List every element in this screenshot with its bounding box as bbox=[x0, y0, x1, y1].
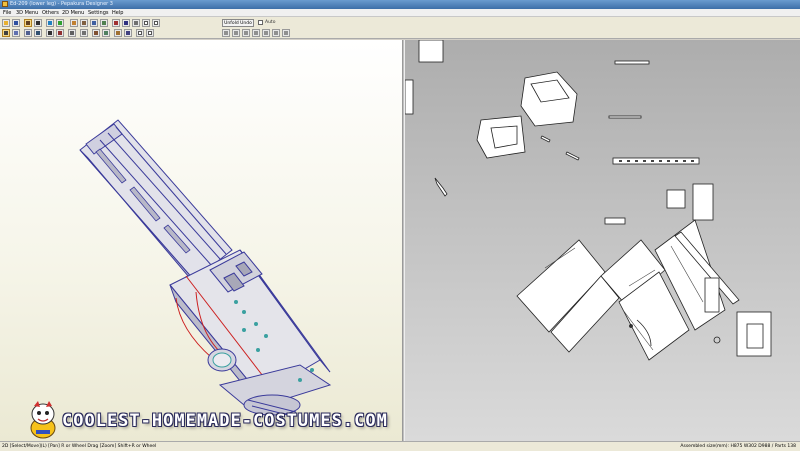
window-icon[interactable] bbox=[142, 19, 150, 27]
edit-icon[interactable] bbox=[80, 19, 88, 27]
anchor-icon[interactable] bbox=[92, 29, 100, 37]
watermark-text: COOLEST-HOMEMADE-COSTUMES.COM bbox=[62, 411, 388, 431]
page2-icon[interactable] bbox=[146, 29, 154, 37]
scale-icon[interactable] bbox=[24, 29, 32, 37]
toolbar: Unfold Undo Auto bbox=[0, 17, 800, 39]
open-icon[interactable] bbox=[2, 19, 10, 27]
menu-settings[interactable]: Settings bbox=[88, 10, 109, 16]
title-bar: Ed-209 (lower leg) - Pepakura Designer 3 bbox=[0, 0, 800, 9]
menu-others[interactable]: Others bbox=[42, 10, 59, 16]
window2-icon[interactable] bbox=[152, 19, 160, 27]
cut-icon[interactable] bbox=[112, 19, 120, 27]
app-icon bbox=[2, 1, 8, 7]
model-round-detail bbox=[207, 348, 237, 372]
menu-3d[interactable]: 3D Menu bbox=[16, 10, 38, 16]
save-icon[interactable] bbox=[12, 19, 20, 27]
color-icon[interactable] bbox=[46, 19, 54, 27]
rotate-part-icon[interactable] bbox=[80, 29, 88, 37]
window-title: Ed-209 (lower leg) - Pepakura Designer 3 bbox=[10, 1, 113, 7]
edge-icon[interactable] bbox=[46, 29, 54, 37]
fit-icon[interactable] bbox=[282, 29, 290, 37]
status-bar: 2D [Select/Move](L) [Pan] R or Wheel Dra… bbox=[0, 441, 800, 451]
rotate-icon[interactable] bbox=[56, 19, 64, 27]
mascot-logo-icon bbox=[30, 401, 56, 439]
arrange-icon[interactable] bbox=[68, 29, 76, 37]
menu-file[interactable]: File bbox=[3, 10, 11, 16]
menu-help[interactable]: Help bbox=[112, 10, 123, 16]
status-hint: 2D [Select/Move](L) [Pan] R or Wheel Dra… bbox=[2, 444, 157, 449]
auto-checkbox[interactable] bbox=[258, 20, 263, 25]
flip-icon[interactable] bbox=[102, 29, 110, 37]
3d-model-render bbox=[79, 119, 332, 417]
paint-icon[interactable] bbox=[34, 19, 42, 27]
model-shaft bbox=[79, 119, 233, 291]
menu-bar: File 3D Menu Others 2D Menu Settings Hel… bbox=[0, 9, 800, 17]
zoom-icon[interactable] bbox=[70, 19, 78, 27]
2d-unfold-layout bbox=[405, 40, 772, 361]
2d-view[interactable] bbox=[405, 40, 800, 441]
pointer-icon[interactable] bbox=[2, 29, 10, 37]
watermark: COOLEST-HOMEMADE-COSTUMES.COM bbox=[26, 400, 506, 440]
align-right-icon[interactable] bbox=[232, 29, 240, 37]
move-icon[interactable] bbox=[132, 19, 140, 27]
grid-icon[interactable] bbox=[34, 29, 42, 37]
align-bottom-icon[interactable] bbox=[252, 29, 260, 37]
zoom-out-icon[interactable] bbox=[272, 29, 280, 37]
page-icon[interactable] bbox=[136, 29, 144, 37]
text-icon[interactable] bbox=[122, 19, 130, 27]
unfolded-parts bbox=[405, 40, 772, 361]
select-tool-icon[interactable] bbox=[24, 19, 32, 27]
flap-icon[interactable] bbox=[12, 29, 20, 37]
join-icon[interactable] bbox=[100, 19, 108, 27]
align-top-icon[interactable] bbox=[242, 29, 250, 37]
fold-icon[interactable] bbox=[90, 19, 98, 27]
auto-label: Auto bbox=[265, 20, 276, 25]
zoom-in-icon[interactable] bbox=[262, 29, 270, 37]
3d-view[interactable] bbox=[0, 40, 402, 441]
unfold-undo-button[interactable]: Unfold Undo bbox=[222, 19, 254, 27]
menu-2d[interactable]: 2D Menu bbox=[62, 10, 84, 16]
align-left-icon[interactable] bbox=[222, 29, 230, 37]
print-icon[interactable] bbox=[124, 29, 132, 37]
status-size: Assembled size(mm): H875 W302 D988 / Par… bbox=[680, 444, 796, 449]
unfold-icon[interactable] bbox=[114, 29, 122, 37]
face-icon[interactable] bbox=[56, 29, 64, 37]
